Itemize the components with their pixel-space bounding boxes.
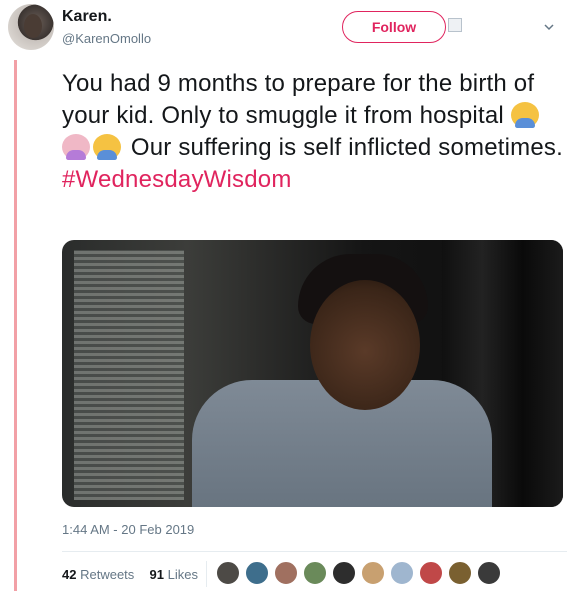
author-handle[interactable]: @KarenOmollo <box>62 31 151 46</box>
liker-avatar[interactable] <box>303 561 327 585</box>
child-head <box>310 280 420 410</box>
tweet-stats: 42 Retweets 91 Likes <box>62 567 198 582</box>
retweets-label[interactable]: Retweets <box>80 567 134 582</box>
liker-avatar[interactable] <box>361 561 385 585</box>
man-gesturing-emoji-icon <box>93 134 121 160</box>
tweet-text-main: You had 9 months to prepare for the birt… <box>62 70 535 129</box>
woman-gesturing-emoji-icon <box>62 134 90 160</box>
retweets-count[interactable]: 42 <box>62 567 76 582</box>
liker-avatar[interactable] <box>245 561 269 585</box>
liker-avatar[interactable] <box>390 561 414 585</box>
thread-line <box>14 60 17 591</box>
liker-avatar[interactable] <box>332 561 356 585</box>
divider <box>62 551 567 552</box>
liker-avatar[interactable] <box>419 561 443 585</box>
tweet-photo[interactable] <box>62 240 563 507</box>
broken-image-icon <box>448 18 462 32</box>
hashtag-link[interactable]: #WednesdayWisdom <box>62 166 292 193</box>
stats-separator <box>206 561 207 587</box>
author-avatar[interactable] <box>8 4 54 50</box>
avatar-face <box>24 14 42 38</box>
follow-button[interactable]: Follow <box>342 11 446 43</box>
liker-avatar[interactable] <box>448 561 472 585</box>
man-gesturing-emoji-icon <box>510 102 539 128</box>
author-name[interactable]: Karen. <box>62 8 112 26</box>
liker-avatar[interactable] <box>216 561 240 585</box>
liker-avatar[interactable] <box>477 561 501 585</box>
liker-avatars <box>216 561 501 587</box>
window-blinds <box>74 250 184 500</box>
tweet-timestamp[interactable]: 1:44 AM - 20 Feb 2019 <box>62 522 194 537</box>
likes-count[interactable]: 91 <box>150 567 164 582</box>
liker-avatar[interactable] <box>274 561 298 585</box>
tweet-text-tail: Our suffering is self inflicted sometime… <box>124 134 563 161</box>
chevron-down-icon[interactable] <box>544 22 554 32</box>
tweet-text: You had 9 months to prepare for the birt… <box>62 68 567 196</box>
likes-label[interactable]: Likes <box>168 567 198 582</box>
